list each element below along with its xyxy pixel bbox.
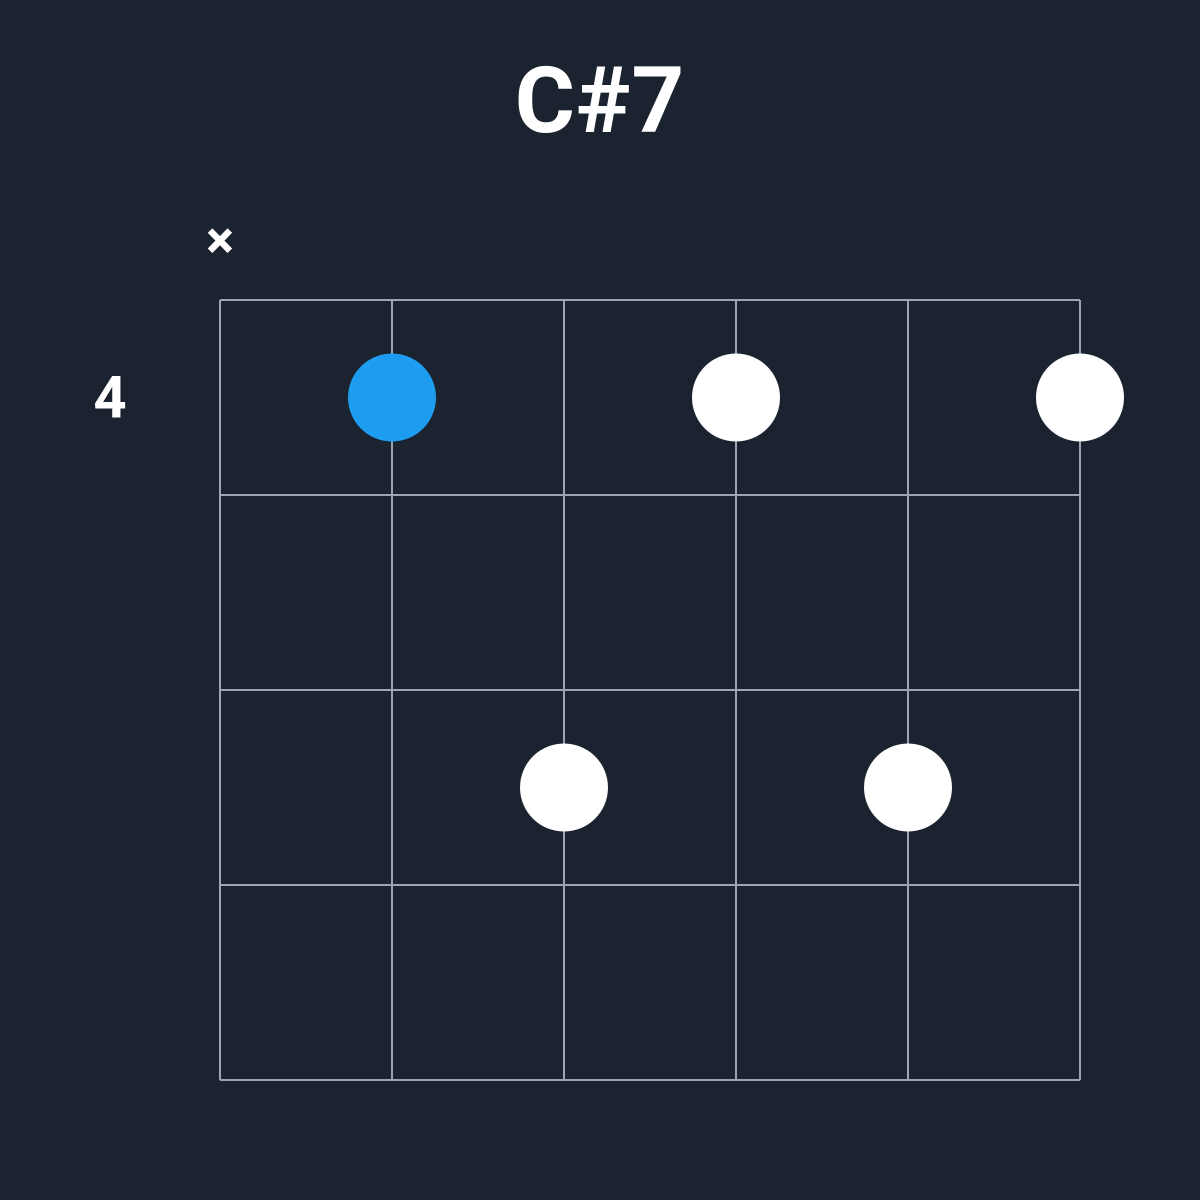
finger-dot — [692, 354, 780, 442]
fretboard-svg: 4× — [0, 0, 1200, 1200]
finger-dot — [520, 744, 608, 832]
base-fret-label: 4 — [93, 365, 126, 433]
chord-diagram: C#7 4× — [0, 0, 1200, 1200]
root-note-dot — [348, 354, 436, 442]
finger-dot — [1036, 354, 1124, 442]
muted-string-icon: × — [206, 210, 234, 271]
finger-dot — [864, 744, 952, 832]
